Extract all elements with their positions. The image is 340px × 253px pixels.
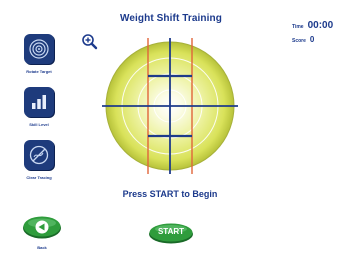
target-icon (29, 39, 49, 59)
start-label: START (157, 227, 185, 236)
score-readout: Score 0 (292, 29, 315, 44)
skill-level-button[interactable] (24, 87, 54, 117)
bar-chart-icon (32, 95, 46, 109)
rotate-target-button[interactable] (24, 34, 54, 64)
back-button[interactable] (22, 215, 62, 239)
zoom-in-icon (82, 34, 98, 50)
page-title: Weight Shift Training (120, 13, 222, 24)
rotate-target-label: Rotate Target (26, 69, 52, 74)
clear-tracing-button[interactable] (24, 140, 54, 170)
back-button-shape (23, 216, 61, 239)
back-label: Back (37, 245, 47, 250)
skill-level-label: Skill Level (29, 122, 49, 127)
balance-target[interactable] (100, 36, 240, 176)
clear-tracing-label: Clear Tracing (26, 175, 52, 180)
score-label: Score (292, 38, 306, 44)
zoom-in-button[interactable] (80, 32, 100, 52)
clear-tracing-icon (29, 145, 49, 165)
score-value: 0 (309, 35, 315, 44)
time-readout: Time 00:00 (292, 15, 333, 31)
start-button[interactable]: START (148, 222, 194, 244)
weight-shift-training-screen: Weight Shift Training Time 00:00 Score 0 R… (0, 0, 340, 253)
start-prompt: Press START to Begin (122, 189, 218, 199)
